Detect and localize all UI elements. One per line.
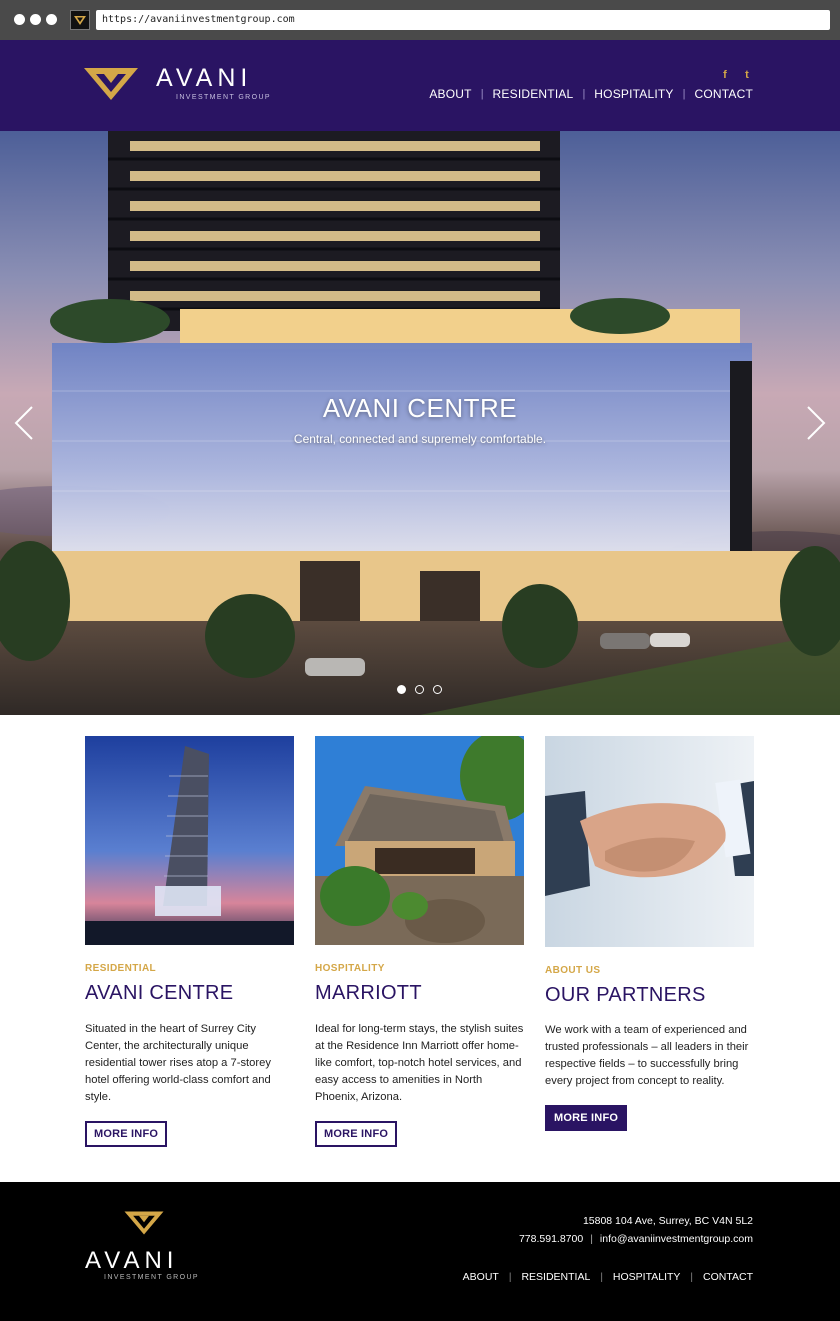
site-header: AVANI INVESTMENT GROUP f t ABOUT | RESID… <box>0 40 840 131</box>
browser-chrome: https://avaniinvestmentgroup.com <box>0 0 840 40</box>
more-info-button[interactable]: MORE INFO <box>315 1121 398 1147</box>
nav-contact[interactable]: CONTACT <box>694 87 753 101</box>
marriott-hotel-image[interactable] <box>315 736 524 945</box>
facebook-icon[interactable]: f <box>719 69 731 81</box>
nav-about[interactable]: ABOUT <box>429 87 471 101</box>
nav-hospitality[interactable]: HOSPITALITY <box>594 87 673 101</box>
address-bar[interactable]: https://avaniinvestmentgroup.com <box>96 10 830 30</box>
hero-subtitle: Central, connected and supremely comfort… <box>293 432 547 446</box>
footer-nav-separator: | <box>508 1271 512 1283</box>
footer-phone[interactable]: 778.591.8700 <box>519 1233 583 1245</box>
card-title: AVANI CENTRE <box>85 982 234 1004</box>
avani-centre-tower-image[interactable] <box>85 736 294 945</box>
logo-chevron-icon[interactable] <box>84 66 138 107</box>
nav-separator: | <box>682 88 686 100</box>
footer-logo-wordmark[interactable]: AVANI <box>85 1247 178 1275</box>
carousel-dot-1[interactable] <box>397 685 406 694</box>
carousel-dot-2[interactable] <box>415 685 424 694</box>
card-kicker: ABOUT US <box>545 965 601 976</box>
footer-logo-chevron-icon[interactable] <box>124 1210 164 1241</box>
card-description: We work with a team of experienced and t… <box>545 1024 749 1087</box>
card-kicker: RESIDENTIAL <box>85 963 157 974</box>
more-info-button[interactable]: MORE INFO <box>545 1105 628 1131</box>
carousel-dot-3[interactable] <box>433 685 442 694</box>
logo-tagline: INVESTMENT GROUP <box>176 94 272 101</box>
card-title: OUR PARTNERS <box>545 984 706 1006</box>
handshake-image[interactable] <box>545 736 754 947</box>
card-kicker: HOSPITALITY <box>315 963 385 974</box>
footer-nav-separator: | <box>690 1271 694 1283</box>
twitter-icon[interactable]: t <box>741 69 753 81</box>
favicon-icon <box>70 10 90 30</box>
prev-arrow-icon[interactable] <box>10 403 40 443</box>
footer-nav-contact[interactable]: CONTACT <box>703 1271 753 1283</box>
nav-separator: | <box>582 88 586 100</box>
footer-nav-hospitality[interactable]: HOSPITALITY <box>613 1271 681 1283</box>
nav-separator: | <box>480 88 484 100</box>
nav-residential[interactable]: RESIDENTIAL <box>493 87 574 101</box>
more-info-button[interactable]: MORE INFO <box>85 1121 168 1147</box>
footer-nav-about[interactable]: ABOUT <box>463 1271 499 1283</box>
site-footer: AVANI INVESTMENT GROUP 15808 104 Ave, Su… <box>0 1182 840 1321</box>
hero-slider: AVANI CENTRE Central, connected and supr… <box>0 131 840 715</box>
window-minimize-dot[interactable] <box>30 14 41 25</box>
main-nav: ABOUT | RESIDENTIAL | HOSPITALITY | CONT… <box>429 87 753 101</box>
window-close-dot[interactable] <box>14 14 25 25</box>
footer-contact: 778.591.8700 | info@avaniinvestmentgroup… <box>519 1233 753 1245</box>
footer-email[interactable]: info@avaniinvestmentgroup.com <box>600 1233 753 1245</box>
footer-address: 15808 104 Ave, Surrey, BC V4N 5L2 <box>582 1215 753 1227</box>
footer-nav-separator: | <box>600 1271 603 1283</box>
footer-separator: | <box>590 1233 593 1245</box>
footer-nav-residential[interactable]: RESIDENTIAL <box>521 1271 590 1283</box>
footer-nav: ABOUT | RESIDENTIAL | HOSPITALITY | CONT… <box>463 1271 753 1283</box>
hero-title: AVANI CENTRE <box>322 393 518 423</box>
card-description: Situated in the heart of Surrey City Cen… <box>85 1023 271 1103</box>
logo-wordmark[interactable]: AVANI <box>156 64 252 93</box>
card-title: MARRIOTT <box>315 982 422 1004</box>
card-description: Ideal for long-term stays, the stylish s… <box>315 1023 524 1103</box>
footer-logo-tagline: INVESTMENT GROUP <box>104 1274 200 1281</box>
window-maximize-dot[interactable] <box>46 14 57 25</box>
next-arrow-icon[interactable] <box>800 403 830 443</box>
